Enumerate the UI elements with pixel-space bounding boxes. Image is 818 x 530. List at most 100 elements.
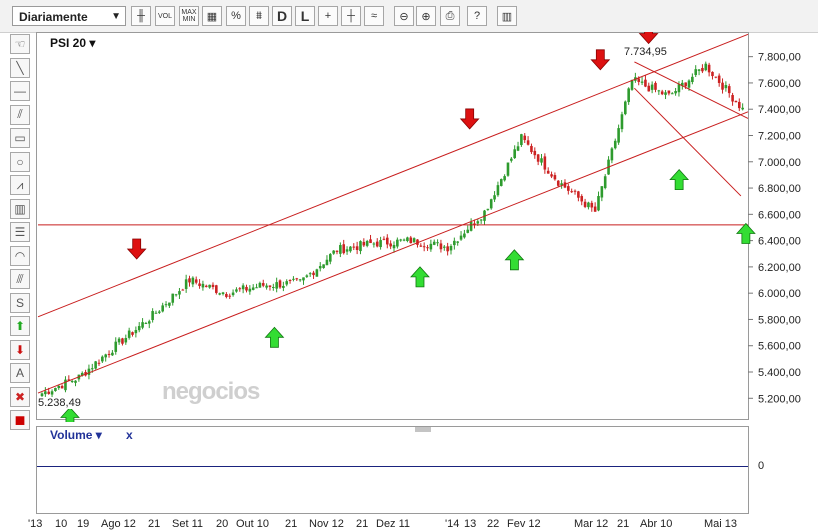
x-tick-label: Mai 13	[704, 518, 738, 530]
candle-body	[382, 238, 386, 240]
series-selector[interactable]: PSI 20 ▾	[50, 36, 95, 50]
hand-tool-icon[interactable]: ☜	[10, 34, 30, 54]
price-chart[interactable]: 5.200,00 5.400,00 5.600,00 5.800,00 6.000,00…	[36, 32, 818, 422]
x-tick-label: 21	[617, 518, 630, 530]
indicator-icon[interactable]: ≈	[364, 6, 384, 26]
fibonacci-tool-icon[interactable]: ▥	[10, 198, 30, 219]
max-min-button[interactable]: MAX MIN	[179, 6, 199, 26]
candle-body	[154, 312, 158, 314]
y-tick-label: 6.400,00	[758, 236, 801, 248]
candle-body	[379, 240, 382, 248]
color-picker-icon[interactable]: ■	[10, 410, 30, 430]
candle-body	[94, 361, 97, 369]
crosshair-icon[interactable]: +	[318, 6, 338, 26]
cursor-cross-icon[interactable]: ┼	[341, 6, 361, 26]
x-tick-label: 20	[216, 518, 229, 530]
candle-body	[362, 241, 366, 246]
candlestick-icon[interactable]: ╫	[131, 6, 151, 26]
candle-body	[127, 330, 131, 338]
candle-body	[647, 85, 651, 92]
zoom-in-icon[interactable]: ⊕	[416, 6, 436, 26]
up-arrow-marker	[60, 406, 80, 422]
l-button[interactable]: L	[295, 6, 315, 26]
candle-body	[318, 266, 322, 269]
candle-body	[87, 368, 91, 375]
chevron-down-icon: ▾	[95, 428, 102, 442]
help-button[interactable]: ?	[467, 6, 487, 26]
chevron-down-icon: ▼	[111, 11, 121, 22]
candle-body	[734, 100, 738, 103]
x-tick-label: 21	[285, 518, 298, 530]
candle-body	[308, 273, 312, 275]
up-arrow-tool-icon[interactable]: ⬆	[10, 316, 30, 336]
candle-body	[171, 293, 175, 303]
candle-body	[168, 302, 171, 306]
candle-body	[617, 128, 620, 143]
candle-body	[90, 368, 94, 370]
compare-icon[interactable]: ⩩	[249, 6, 269, 26]
x-tick-label: Mar 12	[574, 518, 609, 530]
candle-body	[298, 279, 302, 281]
horizontal-line-tool-icon[interactable]: —	[10, 81, 30, 101]
candle-body	[225, 294, 228, 297]
candle-body	[265, 285, 268, 288]
candle-body	[272, 286, 275, 288]
grid-icon[interactable]: ▦	[202, 6, 222, 26]
y-tick-label: 5.200,00	[758, 393, 801, 405]
channel-tool-icon[interactable]: ⫽	[10, 104, 30, 125]
candle-body	[295, 278, 299, 280]
print-icon[interactable]: ⎙	[440, 6, 460, 26]
arc-tool-icon[interactable]: ◠	[10, 245, 30, 266]
d-button[interactable]: D	[272, 6, 292, 26]
volume-title: Volume	[50, 428, 93, 442]
candle-body	[533, 150, 537, 156]
text-tool-icon[interactable]: A	[10, 363, 30, 383]
candle-body	[707, 64, 711, 73]
close-icon[interactable]: x	[126, 428, 133, 442]
candle-body	[355, 246, 359, 251]
vol-button[interactable]: VOL	[155, 6, 175, 26]
candle-body	[476, 221, 480, 224]
down-arrow-tool-icon[interactable]: ⬇	[10, 339, 30, 360]
volume-selector[interactable]: Volume ▾	[50, 428, 102, 442]
candle-body	[349, 246, 352, 252]
candle-body	[372, 243, 376, 245]
candle-body	[412, 238, 416, 243]
candle-body	[449, 245, 453, 251]
candle-body	[215, 285, 218, 293]
candle-body	[352, 246, 356, 248]
rectangle-tool-icon[interactable]: ▭	[10, 128, 30, 148]
y-tick-label: 5.600,00	[758, 341, 801, 353]
book-icon[interactable]: ▥	[497, 6, 517, 26]
candle-body	[221, 292, 225, 294]
candle-body	[540, 158, 543, 163]
zoom-out-icon[interactable]: ⊖	[394, 6, 414, 26]
drawing-tools-palette: ☜ ╲ — ⫽ ▭ ○ ⩘ ▥ ☰ ◠ ⫻ S ⬆ ⬇ A ✖ ■	[10, 32, 32, 430]
circle-tool-icon[interactable]: ○	[10, 151, 30, 172]
percent-button[interactable]: %	[226, 6, 246, 26]
candle-body	[570, 191, 573, 193]
speed-lines-tool-icon[interactable]: S	[10, 292, 30, 313]
line-tool-icon[interactable]: ╲	[10, 57, 30, 78]
candle-body	[630, 79, 634, 90]
down-arrow-marker	[590, 49, 611, 71]
period-select[interactable]: Diariamente ▼	[12, 6, 126, 26]
candle-body	[577, 191, 580, 198]
candle-body	[111, 352, 114, 356]
retracement-tool-icon[interactable]: ☰	[10, 222, 30, 242]
trend-line	[37, 33, 749, 318]
candle-body	[218, 293, 221, 295]
candle-body	[101, 356, 104, 362]
fan-tool-icon[interactable]: ⩘	[10, 175, 30, 195]
candle-body	[459, 235, 463, 240]
candle-body	[359, 241, 362, 252]
delete-tool-icon[interactable]: ✖	[10, 386, 30, 407]
candle-body	[385, 237, 389, 245]
parallel-tool-icon[interactable]: ⫻	[10, 269, 30, 289]
candle-body	[439, 243, 443, 250]
panel-splitter[interactable]	[414, 419, 432, 432]
candle-body	[288, 280, 292, 282]
candle-body	[624, 101, 627, 115]
candle-body	[516, 146, 520, 151]
candle-body	[493, 195, 496, 200]
